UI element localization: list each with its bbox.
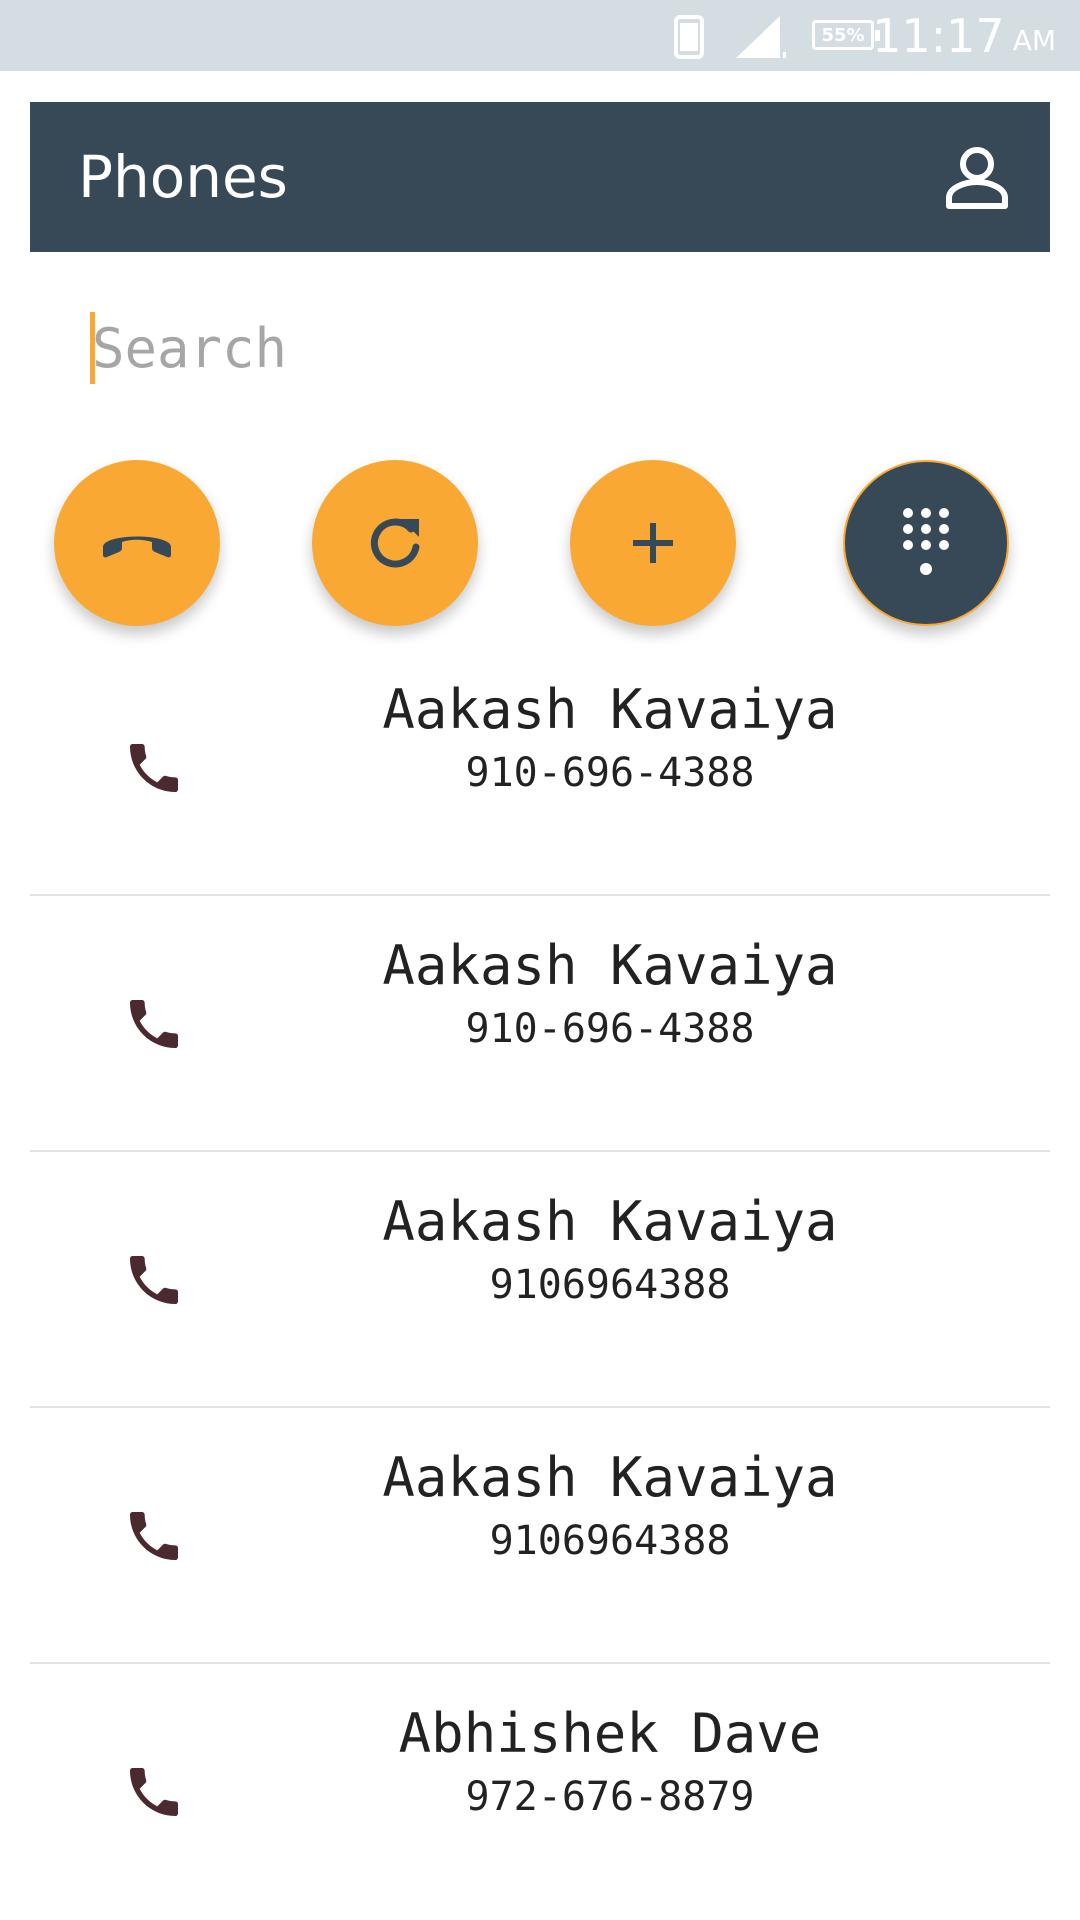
dialpad-button[interactable]	[843, 460, 1009, 626]
end-call-icon	[103, 536, 171, 558]
add-contact-button[interactable]	[570, 460, 736, 626]
refresh-icon	[370, 518, 420, 568]
list-item[interactable]: Aakash Kavaiya 910-696-4388	[30, 896, 1050, 1152]
contact-number: 910-696-4388	[465, 750, 755, 796]
list-item[interactable]: Abhishek Dave 972-676-8879	[30, 1664, 1050, 1918]
contact-number: 972-676-8879	[465, 1774, 755, 1820]
contact-name: Abhishek Dave	[398, 1702, 822, 1765]
contact-name: Aakash Kavaiya	[382, 1446, 838, 1509]
end-call-button[interactable]	[54, 460, 220, 626]
search-field[interactable]	[90, 308, 990, 388]
battery-level: 55%	[821, 24, 865, 46]
add-icon	[633, 523, 673, 563]
account-icon	[946, 147, 1008, 209]
contact-list: Aakash Kavaiya 910-696-4388 Aakash Kavai…	[30, 640, 1050, 1918]
clock-time: 11:17	[872, 8, 1005, 63]
clock-ampm: AM	[1012, 24, 1056, 57]
list-item[interactable]: Aakash Kavaiya 9106964388	[30, 1408, 1050, 1664]
refresh-button[interactable]	[312, 460, 478, 626]
search-input[interactable]	[90, 308, 990, 388]
status-bar: 55% 11:17 AM	[0, 0, 1080, 71]
battery-icon: 55%	[812, 20, 880, 50]
contact-number: 9106964388	[489, 1518, 731, 1564]
signal-icon	[736, 16, 786, 58]
text-cursor	[90, 312, 95, 384]
contact-name: Aakash Kavaiya	[382, 678, 838, 741]
page-title: Phones	[78, 143, 288, 211]
contact-number: 910-696-4388	[465, 1006, 755, 1052]
contact-name: Aakash Kavaiya	[382, 934, 838, 997]
phone-device-icon	[674, 15, 704, 59]
account-button[interactable]	[942, 142, 1012, 212]
contact-number: 9106964388	[489, 1262, 731, 1308]
list-item[interactable]: Aakash Kavaiya 910-696-4388	[30, 640, 1050, 896]
contact-name: Aakash Kavaiya	[382, 1190, 838, 1253]
clock: 11:17 AM	[872, 0, 1056, 71]
dialpad-icon	[903, 508, 949, 575]
app-bar: Phones	[30, 102, 1050, 252]
list-item[interactable]: Aakash Kavaiya 9106964388	[30, 1152, 1050, 1408]
